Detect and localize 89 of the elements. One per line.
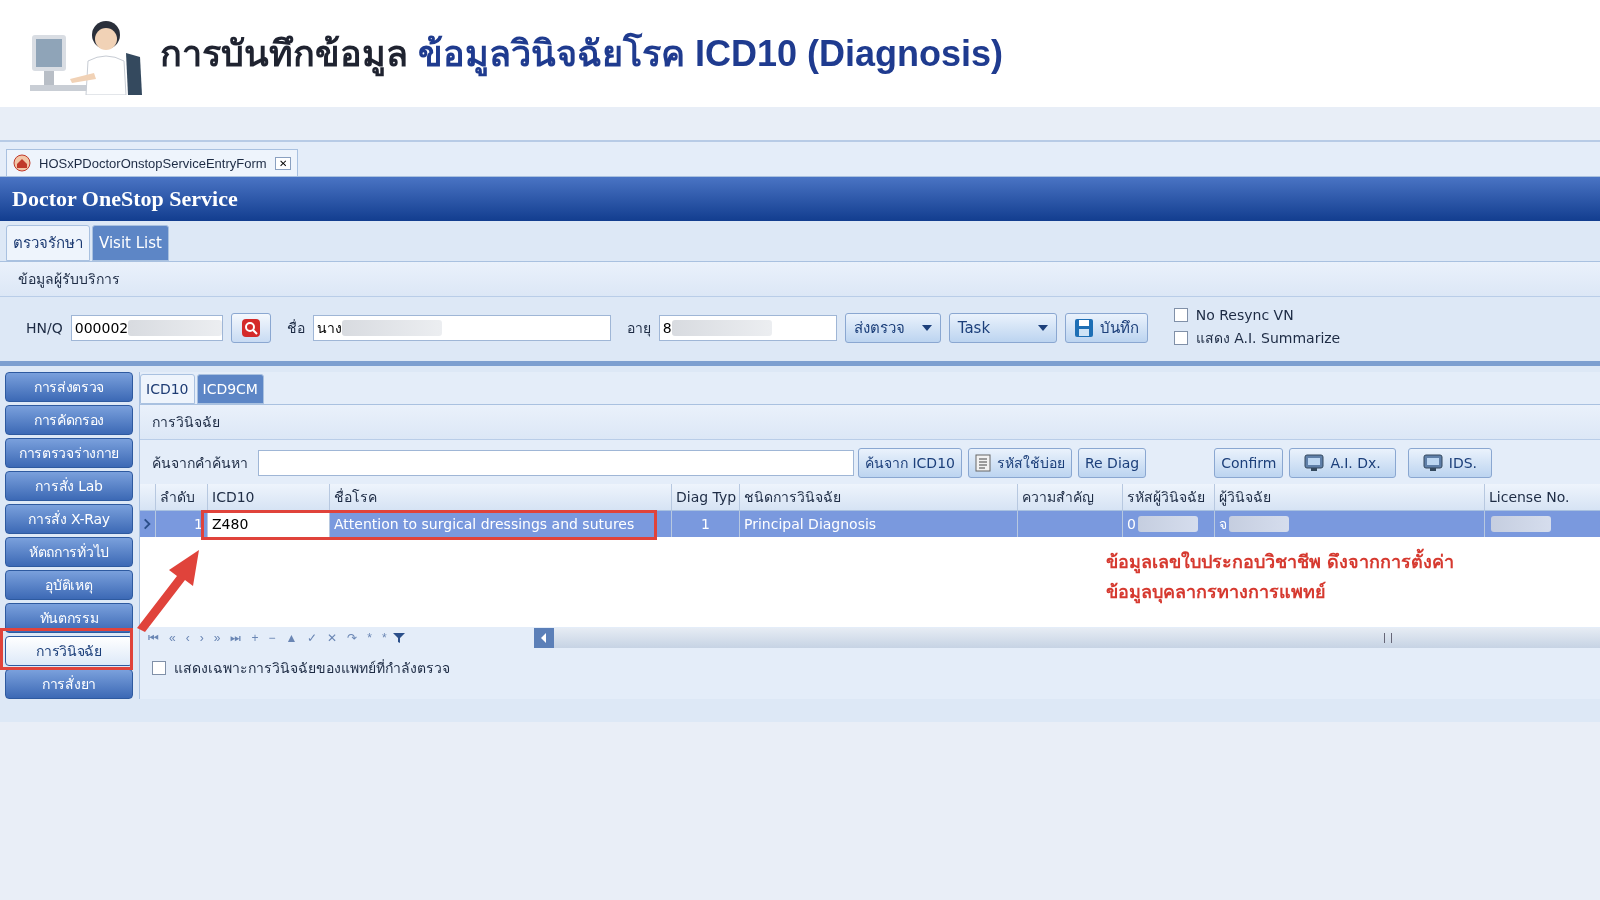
search-icon <box>240 318 261 338</box>
group-header: ข้อมูลผู้รับบริการ <box>0 261 1600 297</box>
sidebar-item[interactable]: หัตถการทั่วไป <box>5 537 133 567</box>
sidebar-item[interactable]: ทันตกรรม <box>5 603 133 633</box>
action-button[interactable]: IDS. <box>1407 448 1493 478</box>
checkbox-label: แสดงเฉพาะการวินิจฉัยของแพทย์ที่กำลังตรวจ <box>174 658 450 678</box>
action-button[interactable]: A.I. Dx. <box>1289 448 1396 478</box>
navigator-button[interactable]: » <box>209 631 225 645</box>
sidebar-item[interactable]: การส่งตรวจ <box>5 372 133 402</box>
caret-icon <box>921 325 932 331</box>
document-tab[interactable]: HOSxPDoctorOnstopServiceEntryForm ✕ <box>6 149 298 176</box>
redacted-blur <box>1229 516 1289 532</box>
sidebar-item[interactable]: การตรวจร่างกาย <box>5 438 133 468</box>
navigator-button[interactable]: * <box>377 631 391 645</box>
input-field[interactable]: นาง <box>312 315 611 341</box>
navigator-button[interactable]: ✕ <box>323 631 342 645</box>
tab[interactable]: Visit List <box>92 225 169 261</box>
search-label: ค้นจากคำค้นหา <box>152 454 248 473</box>
column-header: ความสำคัญ <box>1018 484 1123 510</box>
column-header: รหัสผู้วินิจฉัย <box>1123 484 1215 510</box>
sidebar-item[interactable]: การคัดกรอง <box>5 405 133 435</box>
sidebar-item[interactable]: การสั่งยา <box>5 669 133 699</box>
column-header: ลำดับ <box>156 484 208 510</box>
scroll-left-icon[interactable] <box>534 628 554 648</box>
table-cell: Z480 <box>208 511 330 537</box>
column-header: ผู้วินิจฉัย <box>1215 484 1485 510</box>
navigator-button[interactable]: − <box>264 631 280 645</box>
navigator-button[interactable]: ✓ <box>303 631 322 645</box>
field-label: ชื่อ <box>286 318 305 338</box>
sidebar-item[interactable]: อุบัติเหตุ <box>5 570 133 600</box>
table-cell: จ <box>1215 511 1485 537</box>
horizontal-scrollbar[interactable] <box>534 628 1600 648</box>
sidebar-item[interactable]: การวินิจฉัย <box>5 636 133 666</box>
sidebar-item[interactable]: การสั่ง Lab <box>5 471 133 501</box>
navigator-button[interactable]: ‹ <box>181 631 194 645</box>
checkbox-label: แสดง A.I. Summarize <box>1195 329 1341 348</box>
monitor-icon <box>1422 454 1443 472</box>
document-tab-label: HOSxPDoctorOnstopServiceEntryForm <box>39 155 267 171</box>
navigator-button[interactable]: « <box>165 631 180 645</box>
column-header: ICD10 <box>208 484 330 510</box>
toolbar-button[interactable]: ส่งตรวจ <box>844 313 941 343</box>
caret-icon <box>1037 325 1048 331</box>
input-field[interactable]: 000002 <box>70 315 223 341</box>
action-button[interactable]: Re Diag <box>1077 448 1147 478</box>
close-button[interactable]: ✕ <box>274 156 291 170</box>
navigator-button[interactable]: › <box>195 631 208 645</box>
tab[interactable]: ICD9CM <box>196 374 264 404</box>
field-label: อายุ <box>626 319 651 339</box>
field-label: HN/Q <box>26 320 63 336</box>
save-icon <box>1073 318 1094 338</box>
table-cell: 1 <box>672 511 740 537</box>
navigator-button[interactable]: ↷ <box>343 631 362 645</box>
monitor-icon <box>1304 454 1325 472</box>
sidebar-item[interactable]: การสั่ง X-Ray <box>5 504 133 534</box>
navigator-button[interactable]: + <box>247 631 263 645</box>
group-header: การวินิจฉัย <box>140 404 1600 440</box>
column-header: License No. <box>1485 484 1600 510</box>
filter-icon[interactable] <box>392 632 405 644</box>
column-header: ชื่อโรค <box>330 484 672 510</box>
checkbox[interactable] <box>152 661 166 675</box>
page-title: การบันทึกข้อมูล ข้อมูลวินิจฉัยโรค ICD10 (Diagnosis) <box>160 25 1004 82</box>
redacted-blur <box>1491 516 1551 532</box>
navigator-button[interactable]: ⏮ <box>144 631 163 645</box>
window-title: Doctor OneStop Service <box>0 177 1600 221</box>
tab[interactable]: ตรวจรักษา <box>6 225 90 261</box>
action-button[interactable]: Confirm <box>1214 448 1284 478</box>
search-field[interactable] <box>258 450 854 476</box>
navigator-button[interactable]: * <box>363 631 376 645</box>
column-header: ชนิดการวินิจฉัย <box>740 484 1018 510</box>
toolbar-button[interactable]: บันทึก <box>1064 313 1148 343</box>
action-button[interactable]: รหัสใช้บ่อย <box>967 448 1072 478</box>
redacted-blur <box>1137 516 1198 532</box>
list-icon <box>974 454 991 472</box>
navigator-button[interactable]: ⏭ <box>226 631 246 645</box>
checkbox[interactable] <box>1173 308 1188 322</box>
checkbox-label: No Resync VN <box>1195 307 1294 323</box>
toolbar-button[interactable]: Task <box>948 313 1057 343</box>
search-button[interactable] <box>230 313 271 343</box>
action-button[interactable]: ค้นจาก ICD10 <box>858 448 962 478</box>
annotation-note: ข้อมูลเลขใบประกอบวิชาชีพ ดึงจากการตั้งค่า ข้อมูลบุคลากรทางการแพทย์ <box>1106 547 1455 607</box>
column-header: Diag Typ <box>672 484 740 510</box>
table-cell: 0 <box>1123 511 1215 537</box>
table-cell: Principal Diagnosis <box>740 511 1018 537</box>
checkbox[interactable] <box>1173 331 1188 345</box>
navigator-button[interactable]: ▲ <box>281 631 302 645</box>
tab[interactable]: ICD10 <box>140 374 195 404</box>
app-logo-icon <box>13 154 31 172</box>
input-field[interactable]: 8 <box>658 315 837 341</box>
table-cell: Attention to surgical dressings and sutures <box>330 511 672 537</box>
